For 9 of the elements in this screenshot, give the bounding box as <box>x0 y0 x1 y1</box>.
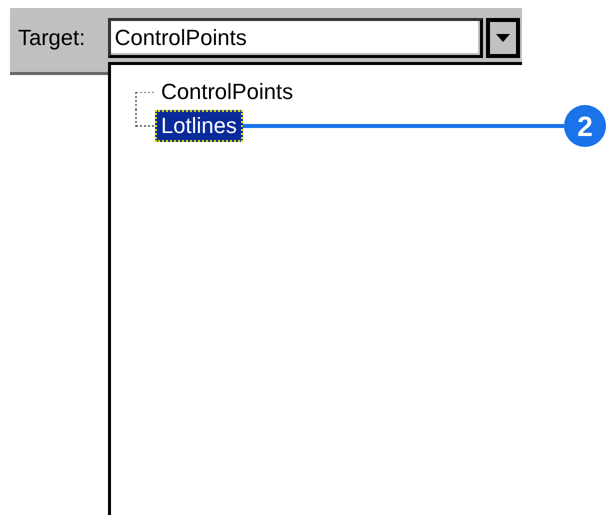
tree-connector-icon <box>135 109 155 127</box>
tree-item[interactable]: ControlPoints <box>155 76 300 108</box>
dropdown-button[interactable] <box>486 18 520 58</box>
target-combo-field[interactable]: ControlPoints <box>108 18 484 58</box>
caret-icon <box>496 34 510 42</box>
callout-badge: 2 <box>564 105 606 147</box>
tree-item[interactable]: Lotlines <box>155 110 243 142</box>
tree-connector-icon <box>135 92 155 109</box>
target-label: Target: <box>18 24 86 52</box>
